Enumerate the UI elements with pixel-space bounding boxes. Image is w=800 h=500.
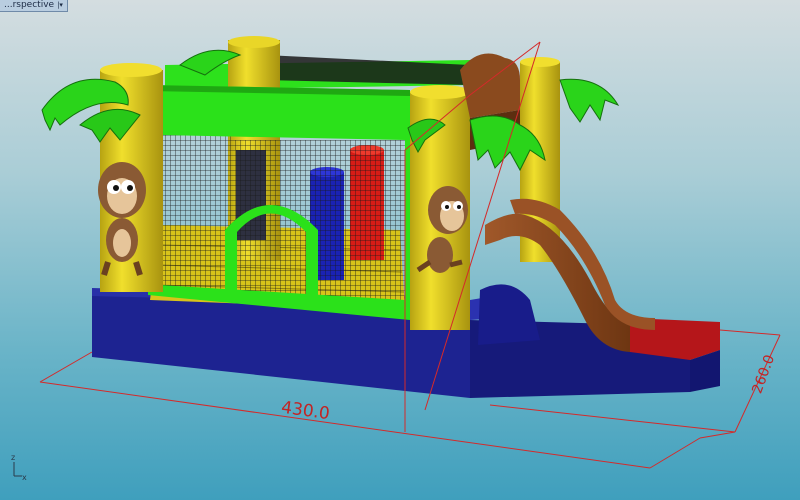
axis-x-label: x (22, 473, 27, 482)
model-render: 430.0 260.0 z x (11, 36, 781, 482)
left-net (160, 135, 235, 295)
axis-gizmo: z x (11, 453, 27, 482)
dimension-length-label: 430.0 (280, 398, 331, 425)
axis-z-label: z (11, 453, 15, 462)
right-net (235, 140, 405, 300)
perspective-viewport[interactable]: ...rspective |▾ 430.0 260.0 z x (0, 0, 800, 500)
dimension-width-label: 260.0 (749, 353, 778, 396)
